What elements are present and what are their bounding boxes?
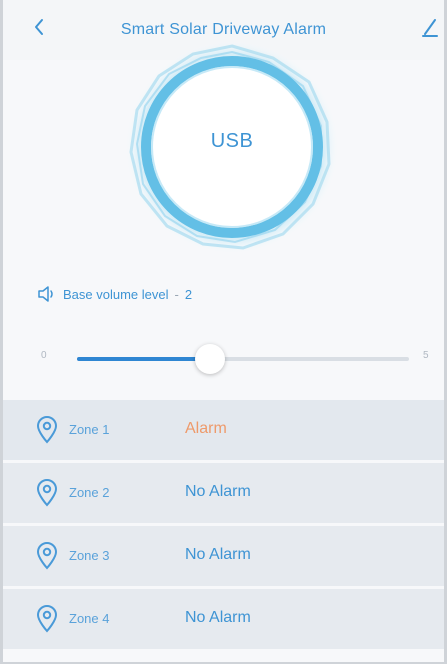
slider-fill [77,357,210,361]
app-frame: Smart Solar Driveway Alarm USB Base volu… [0,0,447,664]
zone-status: No Alarm [185,609,251,626]
zone-name: Zone 4 [69,611,110,626]
status-label: USB [210,130,254,152]
location-pin-icon [36,416,58,444]
zone-name: Zone 3 [69,548,110,563]
zone-name: Zone 1 [69,422,110,437]
zone-list: Zone 1 Alarm Zone 2 No Alarm Zone 3 No Alarm Z… [3,400,444,652]
page-title: Smart Solar Driveway Alarm [120,21,327,38]
zone-row[interactable]: Zone 4 No Alarm [3,589,444,649]
zone-row[interactable]: Zone 3 No Alarm [3,526,444,586]
volume-separator: - [174,286,179,302]
zone-name: Zone 2 [69,485,110,500]
speaker-icon [38,286,53,302]
zone-status: Alarm [185,420,227,437]
slider-thumb[interactable] [194,344,225,374]
volume-label: Base volume level [63,286,169,302]
location-pin-icon [36,542,58,570]
zone-row[interactable]: Zone 2 No Alarm [3,463,444,523]
slider-min-label: 0 [41,350,47,361]
slider-max-label: 5 [423,350,429,361]
volume-setting[interactable]: Base volume level - 2 [37,282,192,306]
volume-slider[interactable]: 0 5 [37,340,437,380]
pencil-icon [422,19,438,37]
zone-row[interactable]: Zone 1 Alarm [3,400,444,460]
edit-button[interactable] [419,14,441,40]
zone-status: No Alarm [185,546,251,563]
zone-status: No Alarm [185,483,251,500]
location-pin-icon [36,605,58,633]
volume-value: 2 [184,286,193,302]
slider-track[interactable] [77,344,409,374]
status-ring: USB [123,38,341,256]
location-pin-icon [36,479,58,507]
